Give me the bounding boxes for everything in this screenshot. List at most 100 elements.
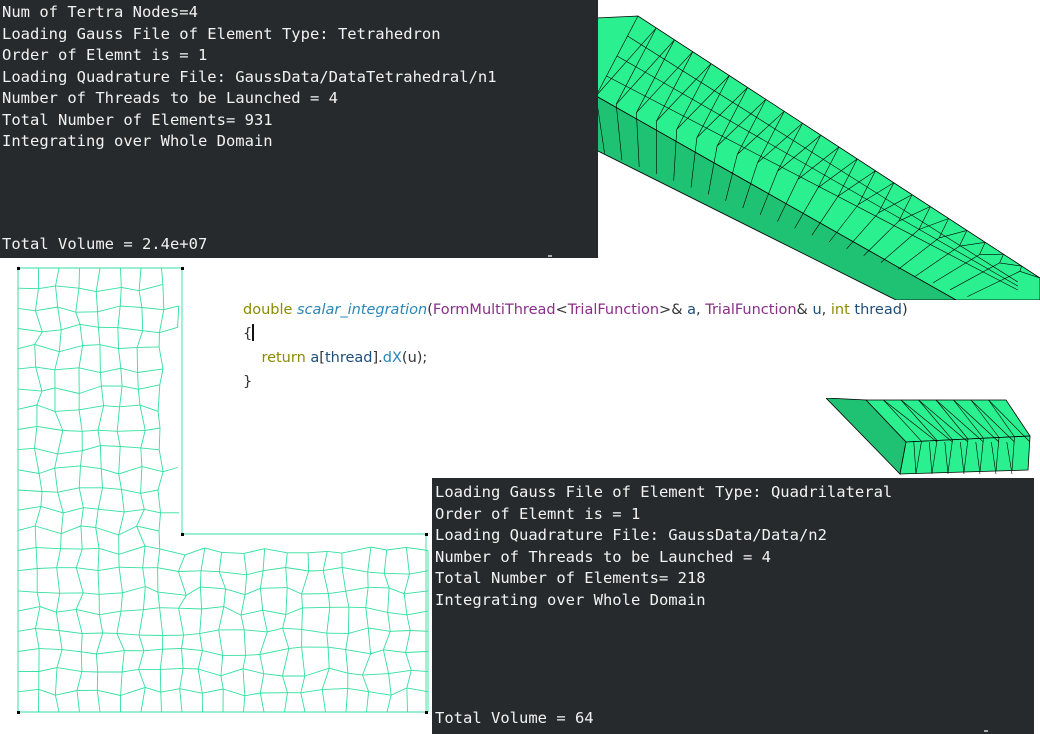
mesh-edge xyxy=(39,648,63,651)
mesh-edge xyxy=(76,608,100,616)
code-editor[interactable]: double scalar_integration(FormMultiThrea… xyxy=(243,298,1033,394)
mesh-edge xyxy=(244,692,261,697)
mesh-edge xyxy=(388,669,412,675)
terminal-total-volume: Total Volume = 64 xyxy=(435,709,594,727)
mesh-edge xyxy=(300,689,323,694)
mesh-edge xyxy=(243,629,247,656)
terminal-output-line: Loading Gauss File of Element Type: Tetr… xyxy=(2,24,441,43)
mesh-edge xyxy=(326,633,329,648)
mesh-edge xyxy=(262,610,268,632)
mesh-edge xyxy=(75,567,84,594)
mesh-edge xyxy=(162,467,178,473)
mesh-edge xyxy=(82,344,100,346)
block-mesh-render xyxy=(826,398,1031,475)
terminal-cursor-mark xyxy=(548,255,552,257)
mesh-edge xyxy=(138,650,145,670)
mesh-edge xyxy=(116,611,122,634)
mesh-edge xyxy=(17,568,38,572)
mesh-edge xyxy=(57,487,80,493)
mesh-edge xyxy=(197,650,203,670)
mesh-edge xyxy=(76,567,99,572)
mesh-edge xyxy=(383,549,388,574)
block-mesh-group xyxy=(826,398,1031,475)
l-mesh-corner-node xyxy=(17,267,20,270)
mesh-edge xyxy=(120,609,144,612)
mesh-edge xyxy=(362,674,370,692)
mesh-edge xyxy=(142,586,146,610)
mesh-edge xyxy=(138,669,146,688)
mesh-edge xyxy=(17,547,37,551)
mesh-edge xyxy=(327,647,330,669)
mesh-edge xyxy=(365,607,388,613)
mesh-edge xyxy=(78,287,97,293)
mesh-edge xyxy=(181,635,185,649)
mesh-edge xyxy=(285,552,288,568)
mesh-edge xyxy=(262,548,266,571)
mesh-edge xyxy=(119,566,143,569)
mesh-edge xyxy=(158,530,161,549)
mesh-edge xyxy=(157,567,179,572)
mesh-edge xyxy=(242,668,264,675)
mesh-edge xyxy=(181,648,203,652)
mesh-edge xyxy=(199,629,219,635)
mesh-edge xyxy=(95,509,99,528)
mesh-edge xyxy=(327,550,342,554)
mesh-edge xyxy=(282,628,290,649)
l-mesh-corner-node xyxy=(425,711,428,714)
mesh-edge xyxy=(345,688,349,713)
mesh-edge xyxy=(121,488,141,494)
mesh-edge xyxy=(136,525,160,532)
mesh-edge xyxy=(80,633,83,652)
mesh-edge xyxy=(54,411,64,431)
mesh-edge xyxy=(116,633,125,651)
mesh-edge xyxy=(328,646,346,651)
mesh-edge xyxy=(116,431,121,447)
code-line-signature: double scalar_integration(FormMultiThrea… xyxy=(243,298,1033,322)
mesh-edge xyxy=(183,633,200,636)
terminal-output-line: Num of Tertra Nodes=4 xyxy=(2,3,198,21)
mesh-edge xyxy=(323,566,343,572)
mesh-edge xyxy=(96,650,125,655)
mesh-edge xyxy=(240,615,245,630)
mesh-edge xyxy=(143,648,163,652)
mesh-edge xyxy=(307,552,310,572)
mesh-edge xyxy=(34,447,58,455)
beam-mesh-render xyxy=(596,15,1040,300)
mesh-edge xyxy=(301,628,327,634)
mesh-edge xyxy=(99,372,102,387)
mesh-edge xyxy=(405,547,410,575)
mesh-edge xyxy=(55,690,78,696)
mesh-edge xyxy=(17,469,40,474)
mesh-edge xyxy=(62,649,82,653)
mesh-edge xyxy=(157,548,161,568)
mesh-edge xyxy=(41,491,58,493)
mesh-edge xyxy=(95,267,101,292)
mesh-edge xyxy=(285,587,288,615)
mesh-edge xyxy=(58,329,62,352)
mesh-edge xyxy=(78,409,83,432)
mesh-edge xyxy=(98,614,104,634)
top-terminal-window: Num of Tertra Nodes=4 Loading Gauss File… xyxy=(0,0,598,258)
code-param: a xyxy=(687,302,697,318)
mesh-edge xyxy=(139,405,146,431)
mesh-edge xyxy=(329,667,349,674)
mesh-edge xyxy=(387,611,407,616)
mesh-edge xyxy=(284,692,288,713)
mesh-edge xyxy=(17,343,35,350)
code-type: TrialFunction xyxy=(567,302,660,318)
code-punct: (u); xyxy=(401,350,428,366)
mesh-edge xyxy=(387,587,390,613)
mesh-edge xyxy=(55,285,80,289)
mesh-edge xyxy=(383,649,406,653)
mesh-edge xyxy=(178,595,187,609)
mesh-edge xyxy=(97,566,120,572)
mesh-edge xyxy=(137,389,141,406)
mesh-edge xyxy=(179,688,183,713)
mesh-edge xyxy=(122,385,139,390)
mesh-edge xyxy=(118,567,123,593)
mesh-edge xyxy=(42,329,62,333)
mesh-edge xyxy=(54,387,80,394)
mesh-edge xyxy=(259,570,264,589)
mesh-edge xyxy=(405,630,411,653)
l-mesh-corner-node xyxy=(181,533,184,536)
